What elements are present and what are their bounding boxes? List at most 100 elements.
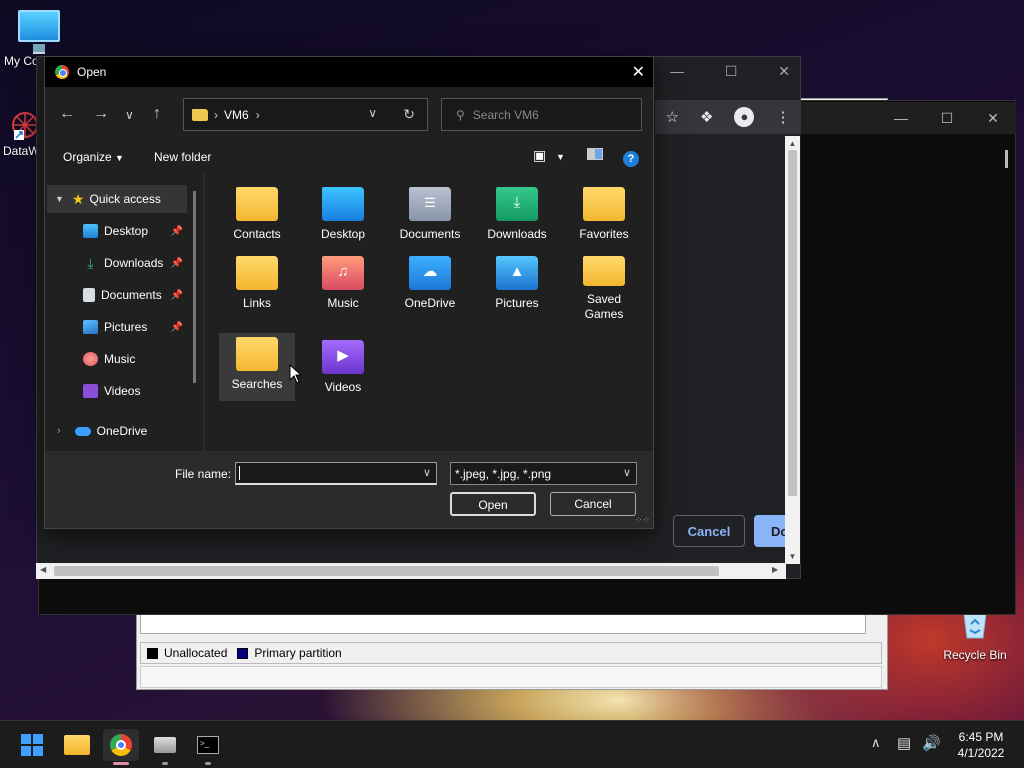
breadcrumb-chevron-icon[interactable]: › <box>214 108 218 122</box>
address-bar[interactable]: › VM6 › ∨ ↻ <box>183 98 428 131</box>
file-type-select[interactable]: *.jpeg, *.jpg, *.png ∨ <box>450 462 637 485</box>
resize-grip-icon[interactable]: ⁘⁘ <box>635 515 650 526</box>
file-item-searches[interactable]: Searches <box>219 333 295 401</box>
start-button[interactable] <box>14 729 50 761</box>
chrome-window-controls: — ☐ ✕ <box>660 58 800 84</box>
pin-icon: 📌 <box>170 257 183 269</box>
volume-icon[interactable]: 🔊 <box>922 734 941 752</box>
chevron-down-icon[interactable]: ∨ <box>623 466 631 479</box>
expand-chevron-icon[interactable]: ▼ <box>55 194 64 204</box>
show-hidden-icons-chevron-icon[interactable]: ∧ <box>871 735 881 751</box>
page-cancel-button[interactable]: Cancel <box>673 515 745 547</box>
file-item-links[interactable]: Links <box>219 252 295 322</box>
help-icon[interactable]: ? <box>623 151 639 167</box>
scroll-down-arrow-icon[interactable]: ▼ <box>788 552 797 561</box>
music-icon <box>83 352 98 366</box>
file-item-downloads[interactable]: ⤓ Downloads <box>479 183 555 253</box>
file-item-desktop[interactable]: Desktop <box>305 183 381 253</box>
menu-kebab-icon[interactable]: ⋮ <box>775 108 790 126</box>
nav-label: Pictures <box>104 320 148 334</box>
file-item-contacts[interactable]: Contacts <box>219 183 295 253</box>
close-icon[interactable]: ✕ <box>632 62 645 82</box>
nav-item-videos[interactable]: Videos <box>47 377 187 405</box>
address-dropdown-chevron-icon[interactable]: ∨ <box>368 106 377 120</box>
scrollbar-thumb[interactable] <box>788 150 797 496</box>
page-done-button[interactable]: Do <box>754 515 788 547</box>
scroll-right-arrow-icon[interactable]: ▶ <box>772 565 778 574</box>
breadcrumb-chevron-icon[interactable]: › <box>256 108 260 122</box>
star-icon: ★ <box>71 190 85 207</box>
breadcrumb-vm6[interactable]: VM6 <box>224 108 249 122</box>
minimize-icon[interactable]: — <box>670 63 684 79</box>
nav-label: Quick access <box>89 192 161 206</box>
scroll-left-arrow-icon[interactable]: ◀ <box>40 565 46 574</box>
chrome-logo-icon <box>55 65 69 79</box>
maximize-icon[interactable]: ☐ <box>924 110 970 127</box>
organize-button[interactable]: Organize ▼ <box>63 150 124 164</box>
scroll-up-arrow-icon[interactable]: ▲ <box>788 139 797 148</box>
nav-quick-access[interactable]: ▼ ★ Quick access <box>47 185 187 213</box>
nav-item-music[interactable]: Music <box>47 345 187 373</box>
nav-onedrive[interactable]: › OneDrive <box>47 417 187 445</box>
up-arrow-icon[interactable]: ↑ <box>153 105 161 123</box>
chrome-horizontal-scrollbar[interactable]: ◀ ▶ <box>36 563 786 579</box>
file-item-pictures[interactable]: ▲ Pictures <box>479 252 555 322</box>
nav-item-downloads[interactable]: ⤓ Downloads 📌 <box>47 249 187 277</box>
mouse-cursor-icon <box>289 364 302 384</box>
desktop-folder-icon <box>322 187 364 221</box>
extensions-icon[interactable]: ❖ <box>700 108 713 126</box>
network-icon[interactable]: ▤ <box>897 734 911 752</box>
search-input[interactable]: Search VM6 <box>473 108 539 122</box>
expand-chevron-icon[interactable]: › <box>57 425 61 437</box>
nav-label: OneDrive <box>96 424 148 438</box>
nav-item-documents[interactable]: Documents 📌 <box>47 281 187 309</box>
file-item-label: OneDrive <box>404 296 456 310</box>
navigation-pane-scrollbar[interactable] <box>193 191 196 383</box>
folder-icon <box>583 256 625 286</box>
preview-pane-icon[interactable] <box>587 148 603 160</box>
file-item-saved-games[interactable]: Saved Games <box>566 252 642 322</box>
minimize-icon[interactable]: — <box>878 110 924 126</box>
scrollbar-thumb[interactable] <box>54 566 719 576</box>
nav-item-desktop[interactable]: Desktop 📌 <box>47 217 187 245</box>
new-folder-button[interactable]: New folder <box>154 150 211 164</box>
taskbar-disk-management[interactable] <box>147 729 183 765</box>
bookmark-star-icon[interactable]: ☆ <box>666 108 679 126</box>
dialog-navigation-row: ← → ∨ ↑ › VM6 › ∨ ↻ ⚲ Search VM6 <box>45 87 653 141</box>
file-item-label: Pictures <box>495 296 539 310</box>
close-icon[interactable]: ✕ <box>970 110 1016 127</box>
file-item-favorites[interactable]: Favorites <box>566 183 642 253</box>
view-options-chevron-icon[interactable]: ▼ <box>556 152 565 162</box>
file-item-documents[interactable]: ☰ Documents <box>392 183 468 253</box>
navigation-pane: ▼ ★ Quick access Desktop 📌 ⤓ Downloads 📌… <box>47 185 197 449</box>
file-item-label: Desktop <box>320 227 366 241</box>
file-item-videos[interactable]: ▶ Videos <box>305 336 381 406</box>
folder-icon <box>236 337 278 371</box>
terminal-scrollbar[interactable] <box>1005 150 1008 168</box>
forward-arrow-icon[interactable]: → <box>93 105 109 123</box>
refresh-icon[interactable]: ↻ <box>403 106 415 123</box>
close-icon[interactable]: ✕ <box>778 63 790 80</box>
taskbar-chrome[interactable] <box>103 729 139 765</box>
profile-icon[interactable]: ● <box>734 107 755 127</box>
file-item-label: Links <box>242 296 271 310</box>
file-item-music[interactable]: ♫ Music <box>305 252 381 322</box>
file-item-onedrive[interactable]: ☁ OneDrive <box>392 252 468 322</box>
download-arrow-icon: ⤓ <box>87 255 94 271</box>
maximize-icon[interactable]: ☐ <box>725 63 738 80</box>
recent-locations-chevron-icon[interactable]: ∨ <box>125 108 134 122</box>
taskbar-file-explorer[interactable] <box>59 729 95 761</box>
taskbar-clock[interactable]: 6:45 PM 4/1/2022 <box>946 729 1016 761</box>
file-item-label: Music <box>327 296 359 310</box>
nav-item-pictures[interactable]: Pictures 📌 <box>47 313 187 341</box>
back-arrow-icon[interactable]: ← <box>59 105 75 123</box>
search-box[interactable]: ⚲ Search VM6 <box>441 98 642 131</box>
chevron-down-icon[interactable]: ∨ <box>423 466 431 479</box>
change-view-icon[interactable]: ▣ <box>533 147 546 164</box>
open-button[interactable]: Open <box>450 492 536 516</box>
chrome-vertical-scrollbar[interactable]: ▲ ▼ <box>785 136 800 564</box>
taskbar-terminal[interactable]: >_ <box>190 729 226 765</box>
desktop-icon-recycle-bin[interactable]: Recycle Bin <box>940 612 1010 662</box>
file-name-input[interactable]: ∨ <box>235 462 437 485</box>
cancel-button[interactable]: Cancel <box>550 492 636 516</box>
